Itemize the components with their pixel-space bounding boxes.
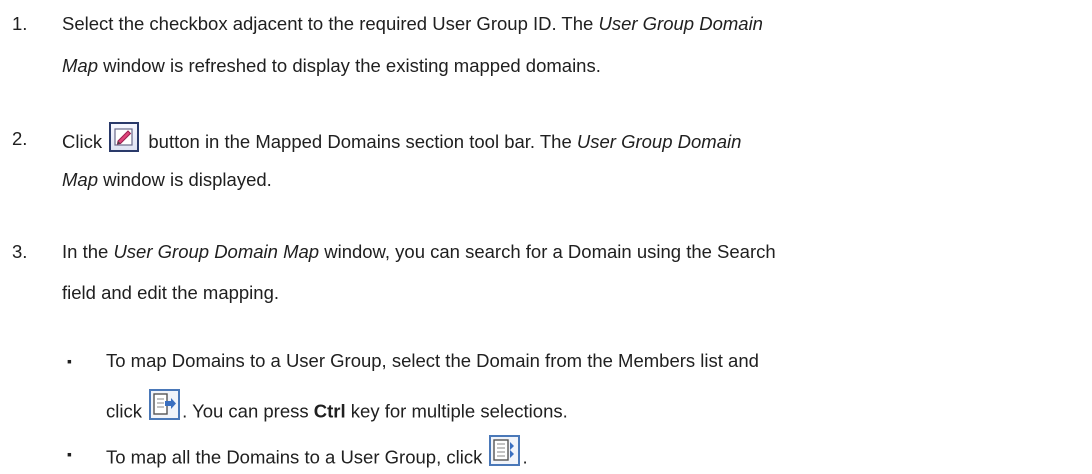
bullet-1-text-b: . You can press <box>182 400 314 422</box>
step-2-text-b: button in the Mapped Domains section too… <box>143 130 577 152</box>
step-3-window-name: User Group Domain Map <box>113 241 320 262</box>
step-2-window-name-cont: Map <box>62 169 98 190</box>
step-1-text-cont: Map window is refreshed to display the e… <box>62 55 601 77</box>
edit-icon <box>109 122 140 152</box>
bullet-2-text: To map all the Domains to a User Group, … <box>106 435 528 474</box>
bullet-2-text-a: To map all the Domains to a User Group, … <box>106 446 488 468</box>
step-3-number: 3. <box>12 241 28 262</box>
map-all-icon <box>489 435 521 466</box>
step-3-text-b: window, you can search for a Domain usin… <box>319 241 776 262</box>
step-2-text-cont: Map window is displayed. <box>62 169 272 191</box>
step-1-window-name-cont: Map <box>62 55 98 76</box>
ctrl-key-label: Ctrl <box>313 400 346 422</box>
bullet-1-marker: ▪ <box>67 353 72 369</box>
map-selected-icon <box>149 389 181 420</box>
step-2-text-a: Click <box>62 130 108 152</box>
bullet-1-text-a: click <box>106 400 148 422</box>
step-3-text-a: In the <box>62 241 114 262</box>
step-2-text-c: window is displayed. <box>98 169 272 190</box>
step-2-window-name: User Group Domain <box>576 130 742 152</box>
step-1-text: Select the checkbox adjacent to the requ… <box>62 13 763 35</box>
step-3-text-cont: field and edit the mapping. <box>62 282 280 303</box>
bullet-2-text-b: . <box>522 446 528 468</box>
bullet-1-text-c: key for multiple selections. <box>345 400 568 422</box>
bullet-1-text-cont: click . You can press Ctrl key for multi… <box>106 389 568 428</box>
step-2-number: 2. <box>12 128 28 149</box>
step-1-number: 1. <box>12 13 28 34</box>
step-1-text-b: window is refreshed to display the exist… <box>98 55 601 76</box>
step-1-window-name: User Group Domain <box>598 13 763 34</box>
step-2-text: Click button in the Mapped Domains secti… <box>62 122 742 158</box>
step-3-text: In the User Group Domain Map window, you… <box>62 241 776 263</box>
bullet-2-marker: ▪ <box>67 446 72 462</box>
bullet-1-text: To map Domains to a User Group, select t… <box>106 350 759 371</box>
step-1-text-a: Select the checkbox adjacent to the requ… <box>62 13 599 34</box>
